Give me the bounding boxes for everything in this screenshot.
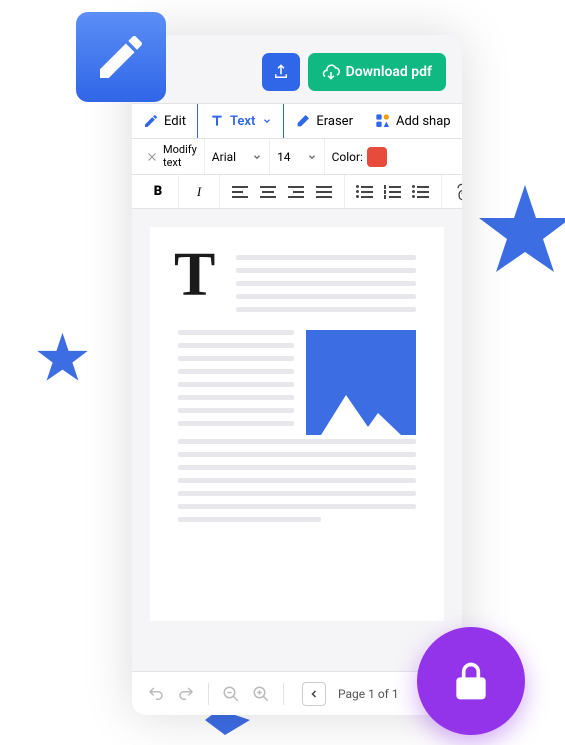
chevron-down-icon — [307, 152, 317, 162]
footer-bar: Page 1 of 1 — [132, 671, 462, 715]
cloud-download-icon — [322, 63, 340, 81]
checklist-button[interactable] — [411, 182, 431, 202]
chevron-left-icon — [308, 688, 320, 700]
text-tool-icon — [209, 113, 225, 129]
undo-icon — [147, 685, 165, 703]
image-placeholder — [306, 330, 416, 435]
align-right-icon — [288, 186, 304, 198]
mountain-icon — [306, 385, 416, 435]
tool-text[interactable]: Text — [197, 104, 284, 138]
chevron-down-icon — [262, 116, 272, 126]
tool-add-shape[interactable]: Add shap — [364, 104, 462, 138]
bullet-list-button[interactable] — [355, 182, 375, 202]
redo-icon — [177, 685, 195, 703]
tool-addshape-label: Add shap — [396, 114, 451, 129]
zoom-in-button[interactable] — [249, 682, 273, 706]
edit-document-badge — [76, 12, 166, 102]
document-canvas: T — [132, 209, 462, 639]
size-value: 14 — [277, 150, 291, 164]
eraser-icon — [295, 113, 311, 129]
align-left-icon — [232, 186, 248, 198]
tool-edit-label: Edit — [164, 114, 186, 129]
tool-eraser-label: Eraser — [316, 114, 353, 129]
align-justify-button[interactable] — [314, 182, 334, 202]
align-right-button[interactable] — [286, 182, 306, 202]
tool-eraser[interactable]: Eraser — [284, 104, 364, 138]
page-indicator: Page 1 of 1 — [338, 687, 399, 701]
zoom-out-icon — [222, 685, 240, 703]
color-label: Color: — [332, 150, 363, 164]
lock-icon — [449, 659, 493, 703]
style-bar: B I — [132, 175, 462, 209]
align-center-button[interactable] — [258, 182, 278, 202]
zoom-out-button[interactable] — [219, 682, 243, 706]
size-select[interactable]: 14 — [277, 150, 317, 164]
numbered-list-button[interactable] — [383, 182, 403, 202]
link-icon — [451, 180, 462, 203]
pencil-icon — [143, 113, 159, 129]
prev-page-button[interactable] — [302, 682, 326, 706]
editor-app: Download pdf Edit Text Eraser Add shap M… — [132, 35, 462, 715]
font-select[interactable]: Arial — [212, 150, 262, 164]
lock-badge[interactable] — [417, 627, 525, 735]
align-center-icon — [260, 186, 276, 198]
pencil-icon — [93, 29, 149, 85]
link-button[interactable] — [452, 182, 462, 202]
top-actions: Download pdf — [132, 35, 462, 103]
tool-edit[interactable]: Edit — [132, 104, 197, 138]
italic-button[interactable]: I — [189, 182, 209, 202]
share-button[interactable] — [262, 53, 300, 91]
close-icon[interactable] — [145, 150, 159, 164]
undo-button[interactable] — [144, 682, 168, 706]
tool-text-label: Text — [230, 114, 255, 129]
shapes-icon — [375, 113, 391, 129]
align-left-button[interactable] — [230, 182, 250, 202]
format-bar: Modify text Arial 14 Color: — [132, 139, 462, 175]
bullet-list-icon — [357, 186, 373, 198]
share-icon — [272, 63, 290, 81]
star-decoration — [35, 330, 90, 385]
align-justify-icon — [316, 186, 332, 198]
dropcap-letter: T — [174, 251, 215, 301]
checklist-icon — [413, 186, 429, 198]
star-decoration — [475, 180, 565, 280]
font-value: Arial — [212, 150, 236, 164]
bold-button[interactable]: B — [148, 182, 168, 202]
color-swatch[interactable] — [367, 147, 387, 167]
download-label: Download pdf — [346, 64, 432, 80]
chevron-down-icon — [252, 152, 262, 162]
zoom-in-icon — [252, 685, 270, 703]
download-pdf-button[interactable]: Download pdf — [308, 53, 446, 91]
document-page[interactable]: T — [150, 227, 444, 621]
redo-button[interactable] — [174, 682, 198, 706]
numbered-list-icon — [385, 186, 401, 198]
main-toolbar: Edit Text Eraser Add shap — [132, 103, 462, 139]
modify-text-label: Modify text — [163, 144, 197, 168]
